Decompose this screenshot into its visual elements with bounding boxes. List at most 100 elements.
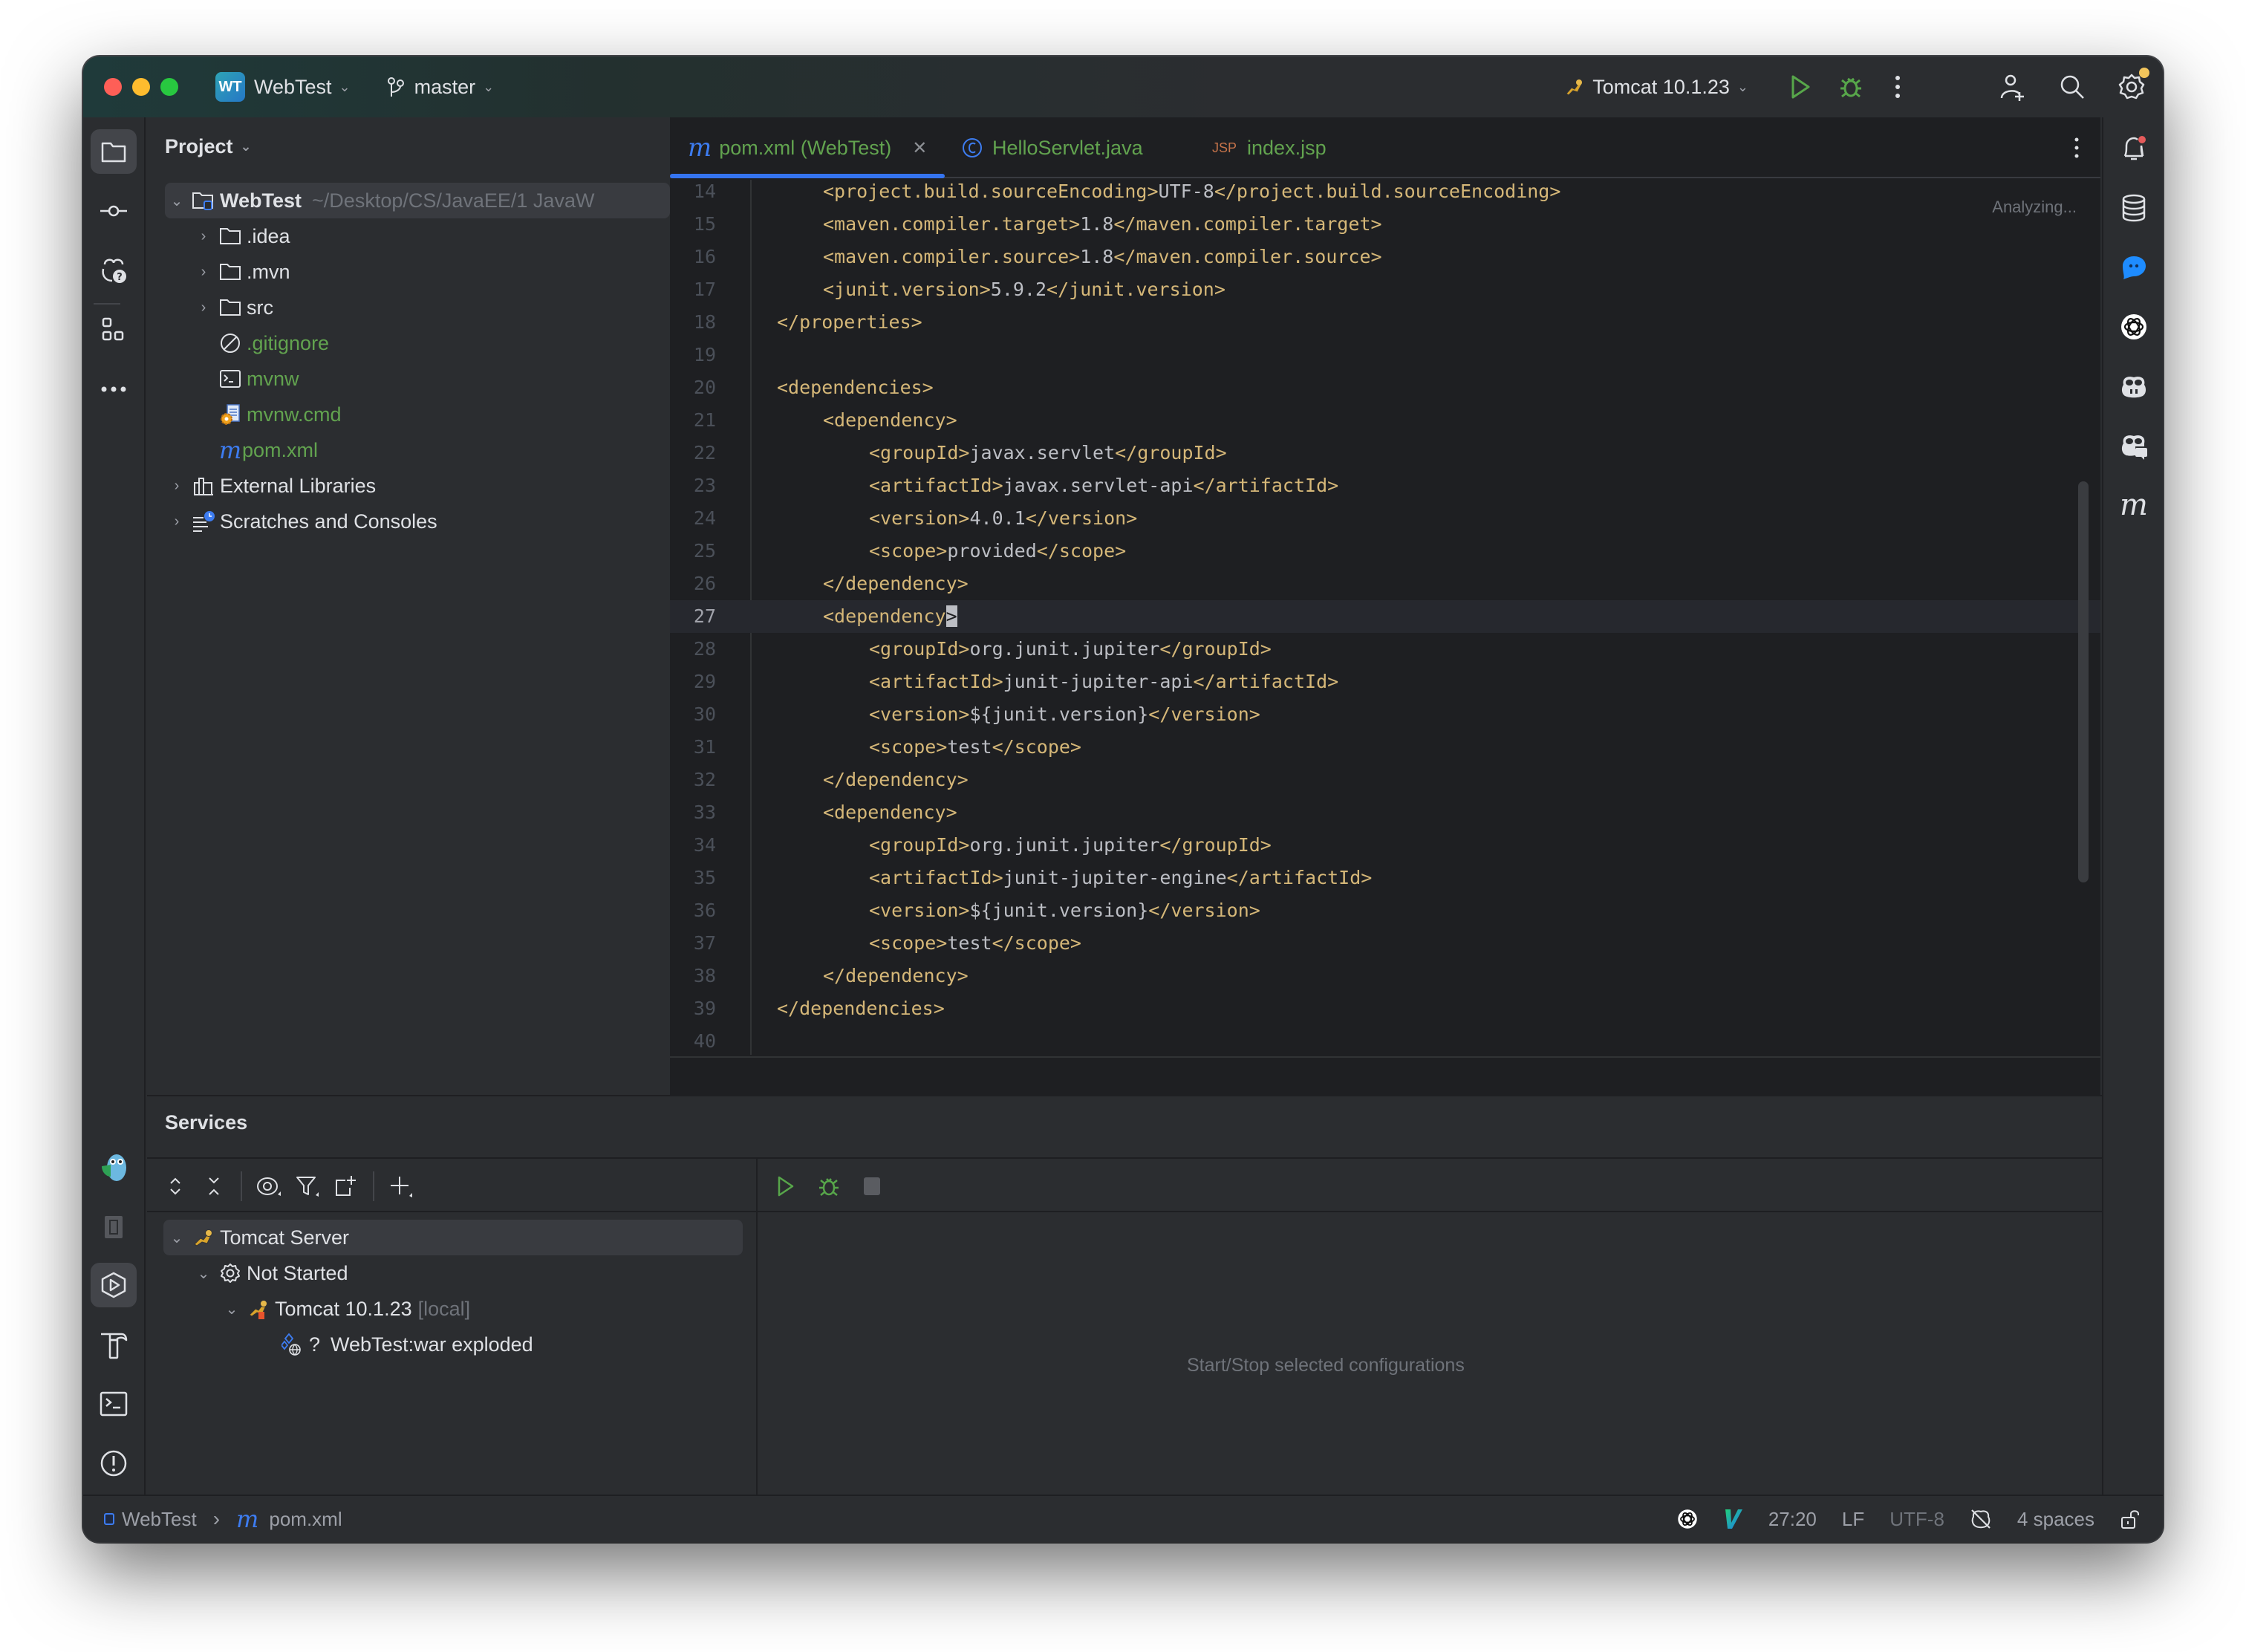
line-separator[interactable]: LF bbox=[1842, 1508, 1864, 1531]
file-encoding[interactable]: UTF-8 bbox=[1889, 1508, 1944, 1531]
tree-item-pom[interactable]: m pom.xml bbox=[165, 432, 670, 468]
services-splitter[interactable] bbox=[756, 1157, 758, 1497]
line-number[interactable]: 32 bbox=[670, 764, 716, 796]
settings-button[interactable] bbox=[2109, 65, 2154, 109]
line-number[interactable]: 18 bbox=[670, 306, 716, 339]
notifications-button[interactable] bbox=[2111, 126, 2157, 171]
code-line[interactable]: 31 <scope>test</scope> bbox=[670, 731, 2100, 764]
code-line[interactable]: 19 bbox=[670, 339, 2100, 371]
line-number[interactable]: 15 bbox=[670, 208, 716, 241]
search-everywhere-button[interactable] bbox=[2050, 65, 2094, 109]
chevron-down-icon[interactable]: ⌄ bbox=[195, 1264, 212, 1283]
maven-button[interactable]: m bbox=[2111, 483, 2157, 527]
build-tool-button[interactable] bbox=[91, 1322, 137, 1367]
copilot-chat-button[interactable] bbox=[2111, 423, 2157, 468]
service-stop-button[interactable] bbox=[857, 1171, 887, 1201]
expand-all-button[interactable] bbox=[160, 1171, 190, 1201]
code-line[interactable]: 27 <dependency> bbox=[670, 600, 2100, 633]
service-item-war-exploded[interactable]: ? WebTest:war exploded bbox=[163, 1327, 743, 1362]
more-actions-button[interactable] bbox=[1879, 65, 1916, 109]
service-item-tomcat-local[interactable]: ⌄ Tomcat 10.1.23 [local] bbox=[163, 1291, 743, 1327]
code-line[interactable]: 40 bbox=[670, 1025, 2100, 1055]
code-line[interactable]: 28 <groupId>org.junit.jupiter</groupId> bbox=[670, 633, 2100, 666]
line-number[interactable]: 37 bbox=[670, 927, 716, 960]
code-line[interactable]: 25 <scope>provided</scope> bbox=[670, 535, 2100, 568]
close-window-button[interactable] bbox=[104, 78, 122, 96]
unlock-icon[interactable] bbox=[2120, 1508, 2141, 1530]
service-debug-button[interactable] bbox=[814, 1171, 844, 1201]
chevron-right-icon[interactable]: › bbox=[168, 478, 186, 495]
run-config-selector[interactable]: Tomcat 10.1.23 ⌄ bbox=[1564, 76, 1748, 99]
zoom-window-button[interactable] bbox=[160, 78, 178, 96]
chevron-right-icon[interactable]: › bbox=[168, 513, 186, 530]
line-number[interactable]: 21 bbox=[670, 404, 716, 437]
tree-item-mvnw[interactable]: mvnw bbox=[165, 361, 670, 397]
code-line[interactable]: 15 <maven.compiler.target>1.8</maven.comp… bbox=[670, 208, 2100, 241]
code-line[interactable]: 21 <dependency> bbox=[670, 404, 2100, 437]
debug-button[interactable] bbox=[1829, 65, 1873, 109]
add-service-button[interactable] bbox=[386, 1171, 416, 1201]
line-number[interactable]: 26 bbox=[670, 568, 716, 600]
tree-item-external-libraries[interactable]: › External Libraries bbox=[165, 468, 670, 504]
code-line[interactable]: 38 </dependency> bbox=[670, 960, 2100, 992]
close-tab-icon[interactable]: ✕ bbox=[912, 137, 927, 159]
tree-item-mvn[interactable]: › .mvn bbox=[165, 254, 670, 290]
project-tool-button[interactable] bbox=[91, 129, 137, 174]
tab-index-jsp[interactable]: JSP index.jsp bbox=[1212, 117, 1327, 178]
line-number[interactable]: 20 bbox=[670, 371, 716, 404]
code-line[interactable]: 23 <artifactId>javax.servlet-api</artifac… bbox=[670, 469, 2100, 502]
tree-item-src[interactable]: › src bbox=[165, 290, 670, 325]
code-line[interactable]: 35 <artifactId>junit-jupiter-engine</arti… bbox=[670, 862, 2100, 894]
chevron-down-icon[interactable]: ⌄ bbox=[168, 1229, 186, 1247]
code-line[interactable]: 34 <groupId>org.junit.jupiter</groupId> bbox=[670, 829, 2100, 862]
database-button[interactable] bbox=[2111, 186, 2157, 230]
code-with-me-button[interactable] bbox=[1991, 65, 2035, 109]
code-line[interactable]: 24 <version>4.0.1</version> bbox=[670, 502, 2100, 535]
line-number[interactable]: 30 bbox=[670, 698, 716, 731]
line-number[interactable]: 39 bbox=[670, 992, 716, 1025]
code-line[interactable]: 26 </dependency> bbox=[670, 568, 2100, 600]
tab-helloservlet[interactable]: HelloServlet.java bbox=[961, 117, 1143, 178]
code-line[interactable]: 30 <version>${junit.version}</version> bbox=[670, 698, 2100, 731]
line-number[interactable]: 23 bbox=[670, 469, 716, 502]
run-button[interactable] bbox=[1778, 65, 1823, 109]
code-line[interactable]: 16 <maven.compiler.source>1.8</maven.comp… bbox=[670, 241, 2100, 273]
structure-tool-button[interactable] bbox=[91, 308, 137, 352]
code-line[interactable]: 36 <version>${junit.version}</version> bbox=[670, 894, 2100, 927]
code-line[interactable]: 18 </properties> bbox=[670, 306, 2100, 339]
filter-button[interactable] bbox=[293, 1171, 322, 1201]
breadcrumb-item-project[interactable]: WebTest bbox=[122, 1508, 197, 1531]
code-line[interactable]: 22 <groupId>javax.servlet</groupId> bbox=[670, 437, 2100, 469]
tree-item-gitignore[interactable]: .gitignore bbox=[165, 325, 670, 361]
gopher-plugin-button[interactable] bbox=[91, 1145, 137, 1190]
openai-icon[interactable] bbox=[1676, 1508, 1699, 1530]
code-line[interactable]: 20 <dependencies> bbox=[670, 371, 2100, 404]
service-item-tomcat-server[interactable]: ⌄ Tomcat Server bbox=[163, 1220, 743, 1255]
openai-button[interactable] bbox=[2111, 305, 2157, 349]
line-number[interactable]: 28 bbox=[670, 633, 716, 666]
tree-item-scratches[interactable]: › Scratches and Consoles bbox=[165, 504, 670, 539]
vertical-scrollbar[interactable] bbox=[2078, 481, 2089, 882]
line-number[interactable]: 16 bbox=[670, 241, 716, 273]
collapse-all-button[interactable] bbox=[199, 1171, 229, 1201]
project-switcher[interactable]: WT WebTest ⌄ bbox=[178, 72, 351, 102]
line-number[interactable]: 14 bbox=[670, 180, 716, 208]
services-tool-button[interactable] bbox=[91, 1263, 137, 1307]
code-area[interactable]: 14 <project.build.sourceEncoding>UTF-8</p… bbox=[670, 180, 2100, 1055]
line-number[interactable]: 35 bbox=[670, 862, 716, 894]
code-line[interactable]: 33 <dependency> bbox=[670, 796, 2100, 829]
line-number[interactable]: 19 bbox=[670, 339, 716, 371]
copilot-help-tool-button[interactable]: ? bbox=[91, 248, 137, 293]
open-in-new-tab-button[interactable] bbox=[331, 1171, 361, 1201]
indent-setting[interactable]: 4 spaces bbox=[2017, 1508, 2094, 1531]
line-number[interactable]: 29 bbox=[670, 666, 716, 698]
chevron-right-icon[interactable]: › bbox=[195, 228, 212, 245]
line-number[interactable]: 27 bbox=[670, 600, 716, 633]
line-number[interactable]: 17 bbox=[670, 273, 716, 306]
line-number[interactable]: 33 bbox=[670, 796, 716, 829]
chat-button[interactable] bbox=[2111, 245, 2157, 290]
branch-switcher[interactable]: master ⌄ bbox=[351, 76, 494, 99]
line-number[interactable]: 36 bbox=[670, 894, 716, 927]
chevron-down-icon[interactable]: ⌄ bbox=[168, 192, 186, 210]
chevron-right-icon[interactable]: › bbox=[195, 264, 212, 281]
